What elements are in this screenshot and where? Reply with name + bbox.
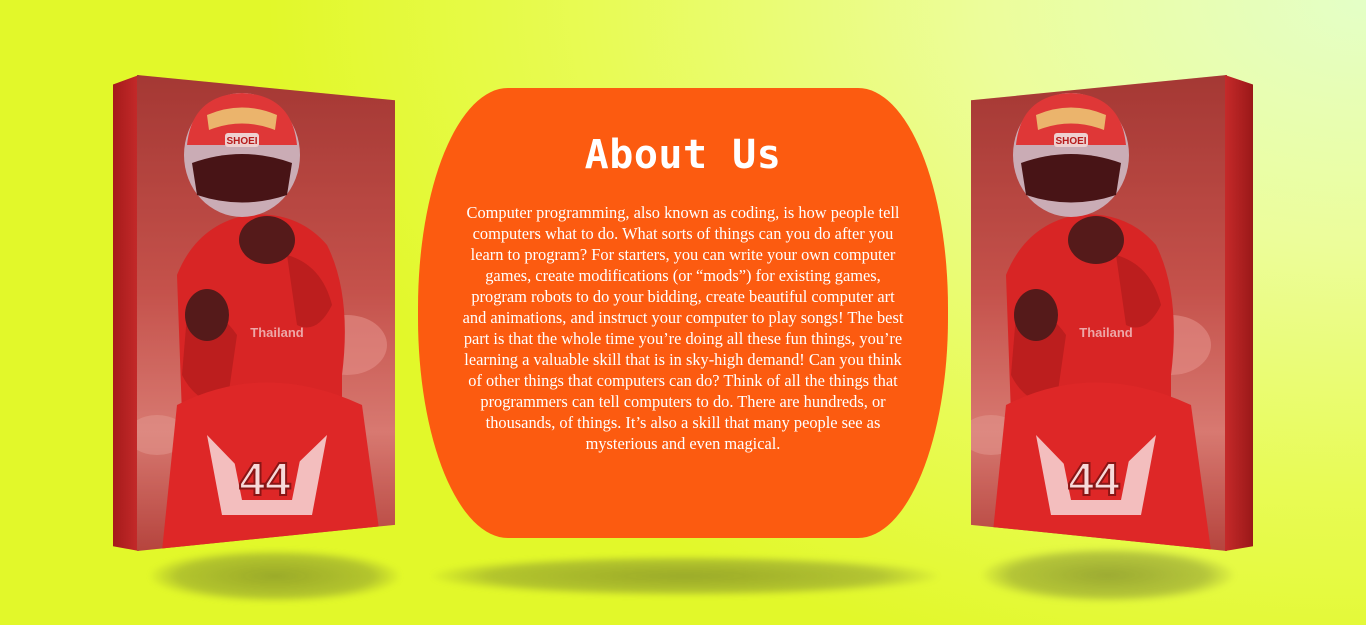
motorcycle-rider-photo: SHOEI 44 Thailand — [137, 75, 395, 551]
motorcycle-rider-photo: SHOEI 44 Thailand — [971, 75, 1227, 551]
book-right-shadow — [982, 548, 1234, 602]
book-right-cover: SHOEI 44 Thailand — [971, 75, 1227, 551]
book-left-shadow — [150, 550, 400, 602]
book-right-spine — [1225, 75, 1253, 551]
about-body-text: Computer programming, also known as codi… — [462, 203, 904, 453]
about-title: About Us — [584, 132, 782, 178]
about-card: About Us Computer programming, also know… — [418, 88, 948, 538]
card-shadow — [432, 556, 938, 596]
book-left-spine — [113, 75, 139, 551]
book-left-cover: SHOEI 44 Thailand — [137, 75, 395, 551]
